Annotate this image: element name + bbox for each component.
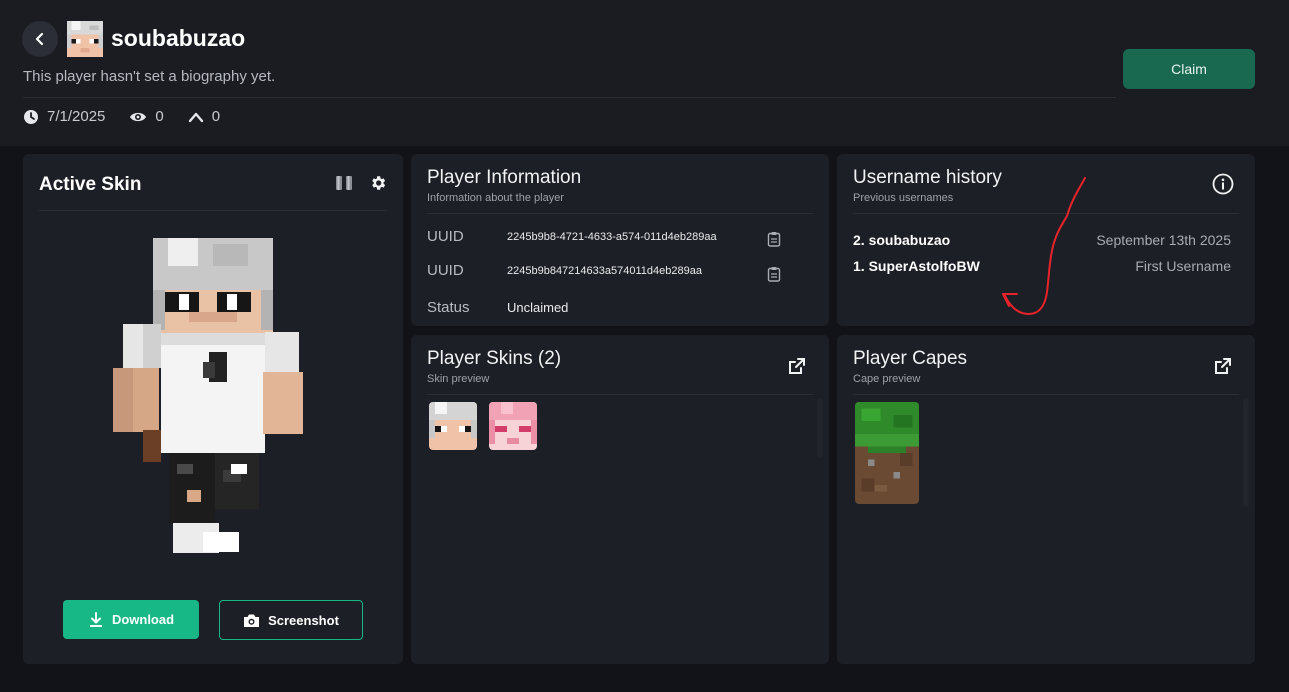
player-capes-card: Player Capes Cape preview [837,335,1255,664]
download-button[interactable]: Download [63,600,199,639]
screenshot-label: Screenshot [268,612,339,628]
eye-icon [130,112,147,121]
stat-date: 7/1/2025 [23,108,105,125]
external-link-icon[interactable] [1214,357,1232,375]
player-capes-divider [853,394,1239,395]
skin-face-white [429,402,477,450]
chevron-up-icon [188,112,203,122]
stat-upvotes: 0 [188,108,220,125]
info-icon[interactable] [1212,173,1234,195]
chevron-left-icon [35,32,44,46]
clipboard-icon[interactable] [767,231,781,247]
info-label: Status [427,299,470,316]
info-label: UUID [427,228,464,245]
history-date: September 13th 2025 [1096,232,1231,248]
player-bio: This player hasn't set a biography yet. [23,68,276,85]
username-history-title: Username history [853,167,1002,188]
uuid-trimmed-value[interactable]: 2245b9b847214633a574011d4eb289aa [507,265,702,277]
player-skins-title: Player Skins (2) [427,348,562,369]
download-icon [89,611,102,627]
skin-face-pink [489,402,537,450]
player-username: soubabuzao [111,25,246,51]
player-skins-divider [427,394,813,395]
clipboard-icon[interactable] [767,266,781,282]
skin-thumbnail[interactable] [489,402,537,450]
stat-views-value: 0 [155,108,164,125]
header-divider [23,97,1116,98]
status-value: Unclaimed [507,300,569,315]
back-button[interactable] [22,21,58,57]
screenshot-button[interactable]: Screenshot [219,600,363,640]
stat-date-value: 7/1/2025 [47,108,106,125]
stat-views: 0 [129,108,164,125]
player-information-title: Player Information [427,167,582,188]
profile-stats: 7/1/2025 0 0 [23,108,244,125]
history-date: First Username [1135,258,1231,274]
username-history-card: Username history Previous usernames 2. s… [837,154,1255,326]
player-capes-subtitle: Cape preview [853,373,921,385]
skins-scrollbar[interactable] [817,399,823,457]
player-capes-title: Player Capes [853,348,968,369]
download-label: Download [111,612,175,627]
pose-toggle-icon[interactable] [333,174,355,192]
capes-scrollbar[interactable] [1243,399,1249,507]
external-link-icon[interactable] [788,357,806,375]
cape-preview [855,402,919,504]
username-history-subtitle: Previous usernames [853,192,954,204]
info-label: UUID [427,262,464,279]
annotation-arrow [1002,177,1086,316]
skin-thumbnail[interactable] [429,402,477,450]
gear-icon[interactable] [369,174,387,192]
camera-icon [244,614,260,627]
profile-header: soubabuzao This player hasn't set a biog… [0,0,1289,146]
clock-icon [24,109,38,124]
skin-tools [333,174,387,192]
player-skins-subtitle: Skin preview [427,373,490,385]
player-information-card: Player Information Information about the… [411,154,829,326]
cape-thumbnail[interactable] [855,402,919,504]
active-skin-card: Active Skin Download Screenshot [23,154,403,664]
player-information-divider [427,213,813,214]
stat-upvotes-value: 0 [211,108,221,125]
uuid-dashed-value[interactable]: 2245b9b8-4721-4633-a574-011d4eb289aa [507,231,717,243]
history-name: 2. soubabuzao [853,232,951,248]
skin-render [113,238,303,553]
info-row-status: Status Unclaimed [427,299,827,316]
active-skin-title: Active Skin [39,174,142,195]
history-name: 1. SuperAstolfoBW [853,258,980,274]
player-information-subtitle: Information about the player [427,192,564,204]
player-skins-card: Player Skins (2) Skin preview [411,335,829,664]
active-skin-divider [39,210,387,211]
claim-button[interactable]: Claim [1123,49,1255,89]
player-avatar [67,21,103,57]
